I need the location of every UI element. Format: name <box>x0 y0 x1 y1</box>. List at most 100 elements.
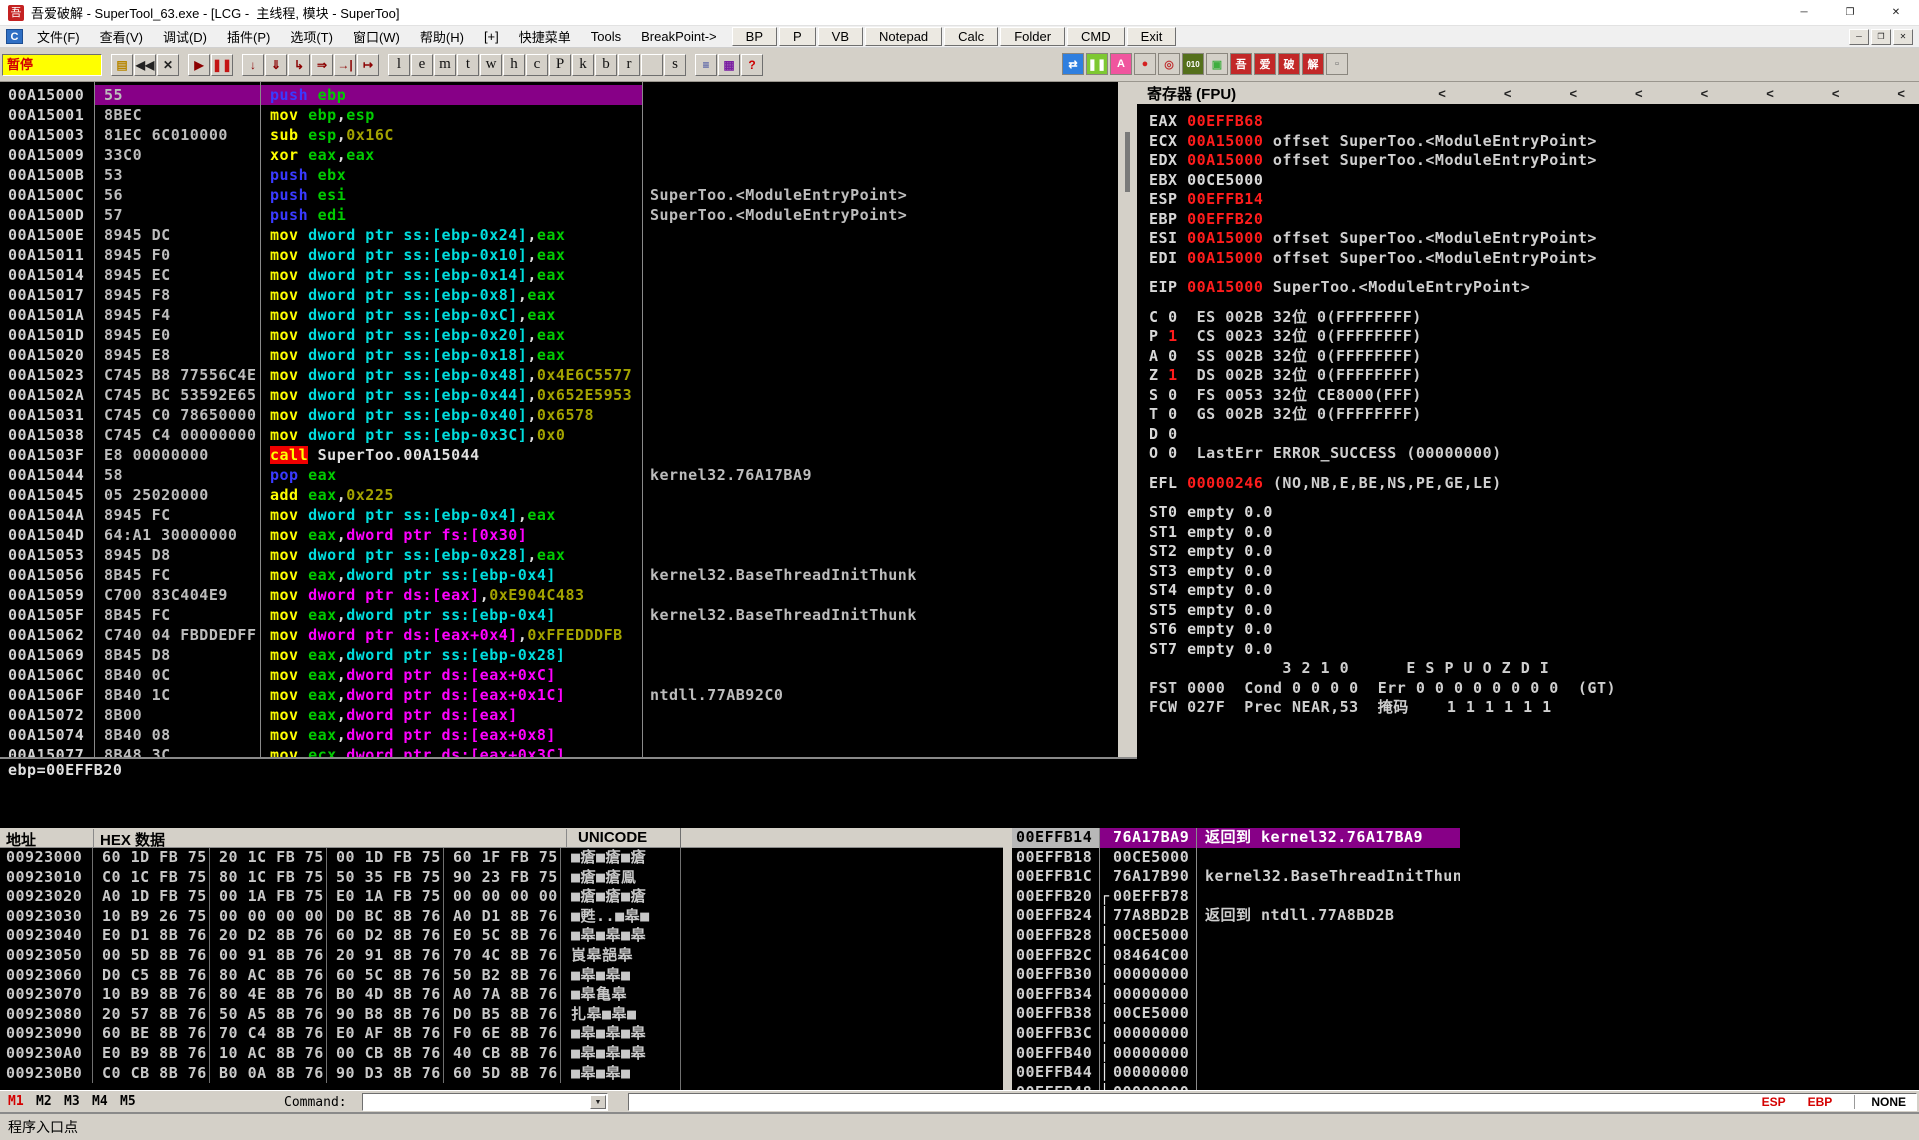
animate-into-icon[interactable]: ↳ <box>288 54 310 76</box>
disasm-row[interactable]: 00A1500381EC 6C010000sub esp,0x16C <box>0 125 1118 145</box>
memory-tab-m5[interactable]: M5 <box>120 1094 136 1109</box>
menu-item[interactable]: 窗口(W) <box>343 25 410 48</box>
mdi-restore-button[interactable]: ❐ <box>1871 29 1891 45</box>
window-button-b[interactable]: b <box>595 54 617 76</box>
hex-editor-icon[interactable]: 010 <box>1182 53 1204 75</box>
fpu-st-row[interactable]: ST5 empty 0.0 <box>1149 601 1919 621</box>
menu-item[interactable]: 文件(F) <box>27 25 90 48</box>
window-button-k[interactable]: k <box>572 54 594 76</box>
menu-item[interactable]: 查看(V) <box>90 25 153 48</box>
disasm-row[interactable]: 00A1503FE8 00000000call SuperToo.00A1504… <box>0 445 1118 465</box>
cpu-window-icon[interactable]: C <box>6 29 23 44</box>
flag-row[interactable]: C 0 ES 002B 32位 0(FFFFFFFF) <box>1149 308 1919 328</box>
view-list-icon[interactable]: ≡ <box>695 54 717 76</box>
disasm-row[interactable]: 00A15031C745 C0 78650000mov dword ptr ss… <box>0 405 1118 425</box>
disasm-row[interactable]: 00A1505F8B45 FCmov eax,dword ptr ss:[ebp… <box>0 605 1118 625</box>
disasm-row[interactable]: 00A1501A8945 F4mov dword ptr ss:[ebp-0xC… <box>0 305 1118 325</box>
po-icon[interactable]: 破 <box>1278 53 1300 75</box>
disasm-row[interactable]: 00A15023C745 B8 77556C4Emov dword ptr ss… <box>0 365 1118 385</box>
disasm-row[interactable]: 00A1504D64:A1 30000000mov eax,dword ptr … <box>0 525 1118 545</box>
menu-item[interactable]: 插件(P) <box>217 25 280 48</box>
register-row[interactable]: ESP 00EFFB14 <box>1149 190 1919 210</box>
menu-item[interactable]: 快捷菜单 <box>509 25 581 48</box>
menu-button-notepad[interactable]: Notepad <box>865 27 942 46</box>
disasm-row[interactable]: 00A150698B45 D8mov eax,dword ptr ss:[ebp… <box>0 645 1118 665</box>
step-into-icon[interactable]: ↓ <box>242 54 264 76</box>
stack-row[interactable]: 00EFFB44│00000000 <box>1012 1063 1460 1083</box>
window-button-l[interactable]: l <box>388 54 410 76</box>
analyzer-icon[interactable]: A <box>1110 53 1132 75</box>
api-redirect-icon[interactable]: ⇄ <box>1062 53 1084 75</box>
disasm-row[interactable]: 00A15059C700 83C404E9mov dword ptr ds:[e… <box>0 585 1118 605</box>
disasm-row[interactable]: 00A15062C740 04 FBDDEDFFmov dword ptr ds… <box>0 625 1118 645</box>
window-button-s[interactable]: s <box>664 54 686 76</box>
menu-item[interactable]: BreakPoint-> <box>631 27 727 46</box>
menu-button-cmd[interactable]: CMD <box>1067 27 1125 46</box>
menu-item[interactable]: 调试(D) <box>153 25 217 48</box>
stack-row[interactable]: 00EFFB28│00CE5000 <box>1012 926 1460 946</box>
restart-icon[interactable]: ◀◀ <box>134 54 156 76</box>
vm-icon[interactable]: ▣ <box>1206 53 1228 75</box>
disasm-row[interactable]: 00A150118945 F0mov dword ptr ss:[ebp-0x1… <box>0 245 1118 265</box>
goto-icon[interactable]: ↦ <box>357 54 379 76</box>
disasm-row[interactable]: 00A150178945 F8mov dword ptr ss:[ebp-0x8… <box>0 285 1118 305</box>
disasm-row[interactable]: 00A1504505 25020000add eax,0x225 <box>0 485 1118 505</box>
window-button-w[interactable]: w <box>480 54 502 76</box>
stack-row[interactable]: 00EFFB1C 76A17B90kernel32.BaseThreadInit… <box>1012 867 1460 887</box>
unpacker-icon[interactable]: ❚❚ <box>1086 53 1108 75</box>
execute-till-return-icon[interactable]: →| <box>334 54 356 76</box>
column-separator[interactable] <box>642 82 643 757</box>
disasm-row[interactable]: 00A1501D8945 E0mov dword ptr ss:[ebp-0x2… <box>0 325 1118 345</box>
dump-row[interactable]: 00923060D0 C5 8B 7680 AC 8B 7660 5C 8B 7… <box>0 966 1003 986</box>
collapse-chevron-icon[interactable]: < <box>1569 86 1577 101</box>
stack-row[interactable]: 00EFFB24│77A8BD2B返回到 ntdll.77A8BD2B <box>1012 906 1460 926</box>
command-input[interactable]: ▼ <box>362 1093 608 1111</box>
menu-item[interactable]: 帮助(H) <box>410 25 474 48</box>
disasm-row[interactable]: 00A1506C8B40 0Cmov eax,dword ptr ds:[eax… <box>0 665 1118 685</box>
stack-row[interactable]: 00EFFB18 00CE5000 <box>1012 848 1460 868</box>
disasm-row[interactable]: 00A1500C56push esiSuperToo.<ModuleEntryP… <box>0 185 1118 205</box>
flag-row[interactable]: P 1 CS 0023 32位 0(FFFFFFFF) <box>1149 327 1919 347</box>
window-button-blank[interactable] <box>641 54 663 76</box>
collapse-chevron-icon[interactable]: < <box>1635 86 1643 101</box>
dump-row[interactable]: 00923010C0 1C FB 7580 1C FB 7550 35 FB 7… <box>0 868 1003 888</box>
stack-row[interactable]: 00EFFB14 76A17BA9返回到 kernel32.76A17BA9 <box>1012 828 1460 848</box>
memory-tab-m3[interactable]: M3 <box>64 1094 80 1109</box>
ai-icon[interactable]: 爱 <box>1254 53 1276 75</box>
plugin-icon[interactable]: ▦ <box>718 54 740 76</box>
disasm-row[interactable]: 00A150748B40 08mov eax,dword ptr ds:[eax… <box>0 725 1118 745</box>
stack-pane[interactable]: 00EFFB14 76A17BA9返回到 kernel32.76A17BA900… <box>1012 828 1460 1090</box>
disasm-row[interactable]: 00A150778B48 3Cmov ecx,dword ptr ds:[eax… <box>0 745 1118 757</box>
dump-row[interactable]: 0092300060 1D FB 7520 1C FB 7500 1D FB 7… <box>0 848 1003 868</box>
menu-button-p[interactable]: P <box>779 27 816 46</box>
memory-tab-m1[interactable]: M1 <box>8 1094 24 1109</box>
dump-pane[interactable]: 地址 HEX 数据 UNICODE 0092300060 1D FB 7520 … <box>0 828 1003 1090</box>
fpu-st-row[interactable]: ST0 empty 0.0 <box>1149 503 1919 523</box>
scrollbar-thumb[interactable] <box>1125 132 1130 192</box>
disasm-row[interactable]: 00A15038C745 C4 00000000mov dword ptr ss… <box>0 425 1118 445</box>
disasm-row[interactable]: 00A1506F8B40 1Cmov eax,dword ptr ds:[eax… <box>0 685 1118 705</box>
disasm-row[interactable]: 00A1502AC745 BC 53592E65mov dword ptr ss… <box>0 385 1118 405</box>
disasm-row[interactable]: 00A1500933C0xor eax,eax <box>0 145 1118 165</box>
flag-row[interactable]: T 0 GS 002B 32位 0(FFFFFFFF) <box>1149 405 1919 425</box>
registers-pane[interactable]: 寄存器 (FPU) <<<<<<<< EAX 00EFFB68ECX 00A15… <box>1137 82 1919 826</box>
disasm-row[interactable]: 00A1504A8945 FCmov dword ptr ss:[ebp-0x4… <box>0 505 1118 525</box>
dump-row[interactable]: 0092309060 BE 8B 7670 C4 8B 76E0 AF 8B 7… <box>0 1024 1003 1044</box>
fpu-st-row[interactable]: ST4 empty 0.0 <box>1149 581 1919 601</box>
disasm-row[interactable]: 00A150148945 ECmov dword ptr ss:[ebp-0x1… <box>0 265 1118 285</box>
dump-row[interactable]: 00923020A0 1D FB 7500 1A FB 75E0 1A FB 7… <box>0 887 1003 907</box>
memory-tab-m2[interactable]: M2 <box>36 1094 52 1109</box>
close-button[interactable]: ✕ <box>1873 0 1919 26</box>
animate-over-icon[interactable]: ⇒ <box>311 54 333 76</box>
info-pane[interactable]: ebp=00EFFB20 <box>0 757 1137 826</box>
stack-row[interactable]: 00EFFB20┌00EFFB78 <box>1012 887 1460 907</box>
disasm-row[interactable]: 00A1500055push ebp <box>0 85 1118 105</box>
menu-button-calc[interactable]: Calc <box>944 27 998 46</box>
dump-row[interactable]: 0092307010 B9 8B 7680 4E 8B 76B0 4D 8B 7… <box>0 985 1003 1005</box>
mdi-minimize-button[interactable]: ─ <box>1849 29 1869 45</box>
dump-row[interactable]: 009230A0E0 B9 8B 7610 AC 8B 7600 CB 8B 7… <box>0 1044 1003 1064</box>
flag-row[interactable]: S 0 FS 0053 32位 CE8000(FFF) <box>1149 386 1919 406</box>
minimize-button[interactable]: ─ <box>1781 0 1827 26</box>
efl-row[interactable]: EFL 00000246 (NO,NB,E,BE,NS,PE,GE,LE) <box>1149 474 1919 494</box>
disassembly-pane[interactable]: 00A1500055push ebp00A150018BECmov ebp,es… <box>0 82 1118 757</box>
